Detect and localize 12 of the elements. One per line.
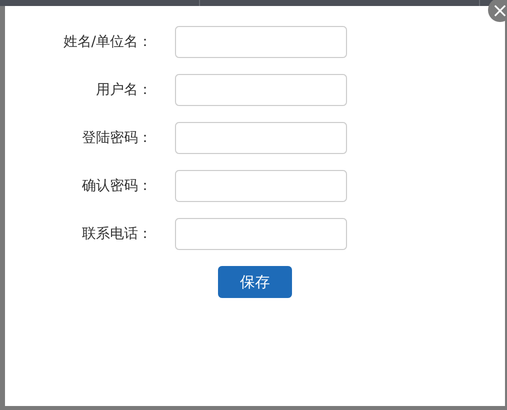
close-button[interactable]: × — [488, 0, 507, 22]
input-field[interactable] — [175, 170, 347, 202]
field-label: 确认密码： — [81, 176, 152, 196]
save-button[interactable]: 保存 — [218, 266, 292, 298]
field-label: 用户名： — [95, 80, 152, 100]
input-field[interactable] — [175, 218, 347, 250]
input-field[interactable] — [175, 74, 347, 106]
field-label: 登陆密码： — [81, 128, 152, 148]
field-label: 姓名/单位名： — [62, 32, 152, 52]
field-label: 联系电话： — [81, 224, 152, 244]
input-field[interactable] — [175, 26, 347, 58]
input-field[interactable] — [175, 122, 347, 154]
